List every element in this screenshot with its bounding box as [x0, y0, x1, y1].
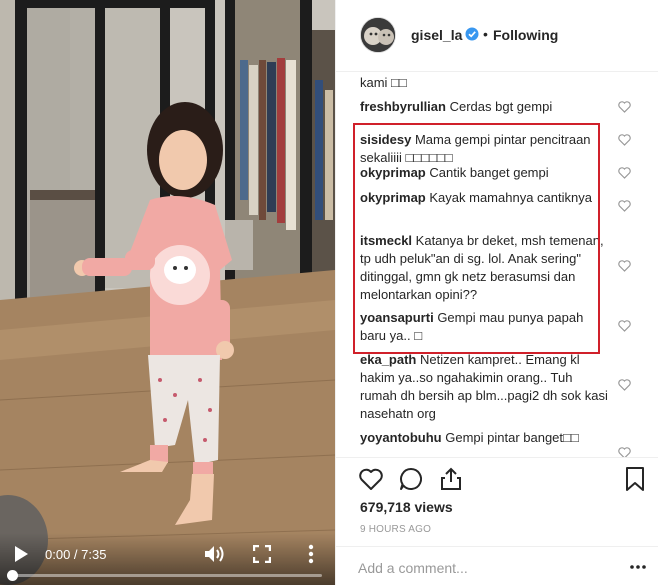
- post-header: gisel_la • Following: [336, 0, 658, 72]
- following-button[interactable]: Following: [493, 27, 558, 43]
- video-controls: 0:00 / 7:35: [0, 533, 335, 585]
- comment-text: Gempi pintar banget□□: [445, 430, 579, 445]
- play-icon[interactable]: [12, 545, 30, 563]
- comment-username[interactable]: yoyantobuhu: [360, 430, 442, 445]
- comment-text: Cantik banget gempi: [429, 165, 549, 180]
- comment-item: freshbyrullian Cerdas bgt gempi: [360, 98, 608, 116]
- more-vertical-icon[interactable]: [302, 544, 320, 564]
- verified-badge-icon: [465, 27, 479, 41]
- comment-username[interactable]: okyprimap: [360, 190, 426, 205]
- add-comment-row: [336, 546, 658, 585]
- comment-item: eka_path Netizen kampret.. Emang kl haki…: [360, 351, 608, 423]
- avatar[interactable]: [360, 17, 396, 53]
- comment-item: sisidesy Mama gempi pintar pencitraan se…: [360, 131, 608, 167]
- comment-like-heart-icon[interactable]: [618, 447, 631, 457]
- comment-like-heart-icon[interactable]: [618, 379, 631, 391]
- heart-icon[interactable]: [358, 466, 384, 492]
- bookmark-icon[interactable]: [622, 466, 648, 492]
- header-separator: •: [483, 26, 488, 42]
- comment-item: yoansapurti Gempi mau punya papah baru y…: [360, 309, 608, 345]
- comments-list[interactable]: kami □□ freshbyrullian Cerdas bgt gempi …: [336, 72, 658, 457]
- video-progress-bar[interactable]: [7, 570, 322, 581]
- comment-text: Kayak mamahnya cantiknya: [429, 190, 592, 205]
- comment-item: itsmeckl Katanya br deket, msh temenan, …: [360, 232, 608, 304]
- post-actions: 679,718 views 9 HOURS AGO: [336, 457, 658, 585]
- comment-like-heart-icon[interactable]: [618, 134, 631, 146]
- comment-like-heart-icon[interactable]: [618, 320, 631, 332]
- comment-item: okyprimap Cantik banget gempi: [360, 164, 608, 182]
- more-horizontal-icon[interactable]: [629, 559, 647, 575]
- comment-icon[interactable]: [398, 466, 424, 492]
- share-icon[interactable]: [438, 466, 464, 492]
- volume-icon[interactable]: [204, 545, 226, 563]
- comment-username[interactable]: okyprimap: [360, 165, 426, 180]
- comment-username[interactable]: freshbyrullian: [360, 99, 446, 114]
- add-comment-input[interactable]: [358, 557, 608, 579]
- view-count[interactable]: 679,718 views: [360, 499, 453, 515]
- post-timestamp: 9 HOURS AGO: [360, 524, 432, 535]
- comment-like-heart-icon[interactable]: [618, 200, 631, 212]
- video-player[interactable]: 0:00 / 7:35: [0, 0, 335, 585]
- post-panel: gisel_la • Following kami □□ freshbyrull…: [335, 0, 658, 585]
- comment-username[interactable]: sisidesy: [360, 132, 411, 147]
- comment-text: Cerdas bgt gempi: [449, 99, 553, 114]
- comment-username[interactable]: yoansapurti: [360, 310, 434, 325]
- avatar-image: [361, 18, 395, 52]
- comment-like-heart-icon[interactable]: [618, 101, 631, 113]
- comment-like-heart-icon[interactable]: [618, 260, 631, 272]
- video-frame: [0, 0, 335, 585]
- comment-text: kami □□: [360, 75, 407, 90]
- comment-like-heart-icon[interactable]: [618, 167, 631, 179]
- comment-item: okyprimap Kayak mamahnya cantiknya: [360, 189, 608, 207]
- video-progress-knob[interactable]: [7, 570, 18, 581]
- comment-username[interactable]: eka_path: [360, 352, 416, 367]
- video-time-display: 0:00 / 7:35: [45, 547, 107, 562]
- comment-item: yoyantobuhu Gempi pintar banget□□: [360, 429, 608, 447]
- comment-username[interactable]: itsmeckl: [360, 233, 412, 248]
- fullscreen-icon[interactable]: [253, 545, 271, 563]
- comment-item: kami □□: [360, 74, 608, 92]
- post-username[interactable]: gisel_la: [411, 27, 462, 43]
